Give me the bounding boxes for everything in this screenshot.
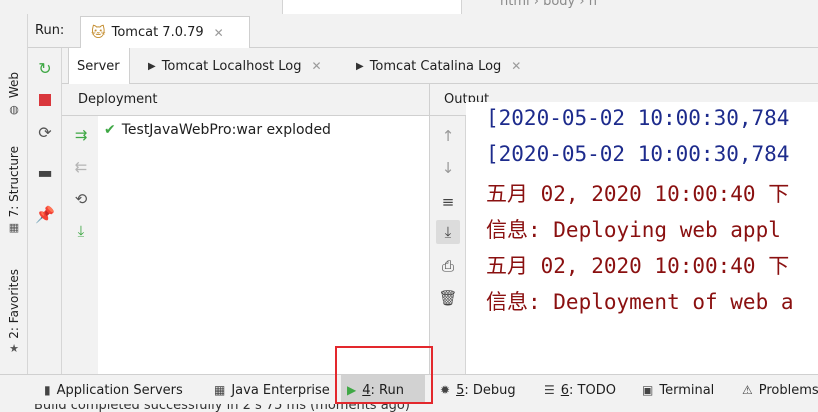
todo-tab-label: : TODO: [569, 382, 616, 398]
output-toolbar: ↑ ↓ ≡ ⤓ ⎙ 🗑: [430, 116, 466, 374]
breadcrumb[interactable]: html › body › h: [500, 0, 597, 9]
refresh-icon[interactable]: ⟳: [33, 120, 57, 144]
terminal-icon: ▣: [642, 383, 654, 397]
deployment-title: Deployment: [78, 92, 158, 107]
log-line: 信息: Deployment of web a: [486, 290, 794, 314]
favorites-tool-tab[interactable]: 2: Favorites ★: [0, 264, 28, 360]
application-servers-tab[interactable]: ▮ Application Servers: [44, 375, 183, 405]
layout-icon[interactable]: ▬: [33, 160, 57, 184]
log-line: [2020-05-02 10:00:30,784: [486, 142, 790, 166]
update-icon[interactable]: ⤓: [70, 220, 92, 242]
run-tool-tab[interactable]: ▶ 4: Run: [341, 375, 425, 405]
terminal-tab-label: Terminal: [659, 382, 715, 398]
favorites-tab-label: 2: Favorites: [7, 268, 21, 339]
star-icon: ★: [9, 342, 19, 356]
close-icon[interactable]: ✕: [214, 26, 224, 40]
print-icon[interactable]: ⎙: [436, 254, 460, 278]
left-tool-strip: Web ◍ 7: Structure ▦ 2: Favorites ★: [0, 14, 28, 374]
undeploy-icon[interactable]: ⇇: [70, 156, 92, 178]
artifact-name: TestJavaWebPro:war exploded: [121, 122, 331, 138]
run-actions-toolbar: ↻ ⟳ ▬ 📌: [28, 48, 62, 374]
arrow-up-icon[interactable]: ↑: [436, 124, 460, 148]
tomcat-config-tab-label: Tomcat 7.0.79: [111, 25, 204, 40]
debug-tab-shortcut: 5: [456, 382, 465, 398]
editor-tab-strip: html › body › h: [0, 0, 818, 14]
deployment-list: ✔ TestJavaWebPro:war exploded: [98, 116, 430, 374]
warning-icon: ⚠: [742, 383, 753, 397]
redeploy-icon[interactable]: ⟲: [70, 188, 92, 210]
editor-tab[interactable]: [282, 0, 462, 14]
log-line: 五月 02, 2020 10:00:40 下: [486, 254, 790, 278]
run-tab-shortcut: 4: [362, 382, 371, 398]
tab-catalina-log-label: Tomcat Catalina Log: [369, 58, 502, 74]
debug-tab-label: : Debug: [464, 382, 516, 398]
tomcat-icon: 🐱: [91, 24, 106, 41]
problems-tab-label: Problems: [758, 382, 818, 398]
bug-icon: ✹: [440, 383, 451, 397]
web-tool-tab[interactable]: Web ◍: [0, 70, 28, 118]
list-item[interactable]: ✔ TestJavaWebPro:war exploded: [104, 122, 331, 138]
debug-tool-tab[interactable]: ✹ 5: Debug: [440, 375, 516, 405]
server-subtabs: Server ▶ Tomcat Localhost Log ✕ ▶ Tomcat…: [62, 48, 818, 84]
console-icon: ▶: [148, 60, 156, 72]
scroll-to-end-icon[interactable]: ⤓: [436, 220, 460, 244]
close-icon[interactable]: ✕: [312, 59, 322, 73]
ide-window: html › body › h Web ◍ 7: Structure ▦ 2: …: [0, 0, 818, 412]
bottom-tool-bar: ▮ Application Servers ▦ Java Enterprise …: [0, 374, 818, 405]
tab-server-label: Server: [77, 58, 120, 74]
tab-localhost-log-label: Tomcat Localhost Log: [161, 58, 302, 74]
tab-localhost-log[interactable]: ▶ Tomcat Localhost Log ✕: [140, 48, 330, 84]
server-icon: ▮: [44, 383, 51, 397]
status-message: Build completed successfully in 2 s 75 m…: [34, 404, 410, 412]
structure-tool-tab[interactable]: 7: Structure ▦: [0, 142, 28, 238]
soft-wrap-icon[interactable]: ≡: [436, 190, 460, 214]
globe-icon: ◍: [9, 102, 19, 116]
checkmark-icon: ✔: [104, 122, 116, 138]
tab-server[interactable]: Server: [68, 48, 130, 84]
todo-tab-shortcut: 6: [560, 382, 570, 398]
log-line: 信息: Deploying web appl: [486, 218, 781, 242]
run-tab-label: : Run: [370, 382, 404, 398]
rerun-icon[interactable]: ↻: [33, 56, 57, 80]
java-enterprise-tab[interactable]: ▦ Java Enterprise: [214, 375, 330, 405]
structure-icon: ▦: [8, 221, 20, 235]
application-servers-label: Application Servers: [56, 382, 183, 398]
log-line: [2020-05-02 10:00:30,784: [486, 106, 790, 130]
close-icon[interactable]: ✕: [511, 59, 521, 73]
deployment-header: Deployment: [62, 84, 430, 116]
console-output[interactable]: [2020-05-02 10:00:30,784 [2020-05-02 10:…: [466, 102, 818, 374]
stop-icon[interactable]: [33, 88, 57, 112]
log-line: 五月 02, 2020 10:00:40 下: [486, 182, 790, 206]
web-tab-label: Web: [7, 72, 21, 99]
deploy-icon[interactable]: ⇉: [70, 124, 92, 146]
run-panel-header: Run: 🐱 Tomcat 7.0.79 ✕: [28, 14, 818, 48]
console-icon: ▶: [356, 60, 364, 72]
status-bar: Build completed successfully in 2 s 75 m…: [0, 404, 818, 412]
arrow-down-icon[interactable]: ↓: [436, 156, 460, 180]
java-enterprise-label: Java Enterprise: [231, 382, 330, 398]
run-panel-label: Run:: [35, 23, 65, 38]
list-icon: ☰: [544, 383, 555, 397]
deployment-toolbar: ⇉ ⇇ ⟲ ⤓: [62, 116, 98, 374]
tab-catalina-log[interactable]: ▶ Tomcat Catalina Log ✕: [348, 48, 529, 84]
pin-icon[interactable]: 📌: [33, 202, 57, 226]
structure-tab-label: 7: Structure: [7, 145, 21, 218]
run-icon: ▶: [347, 383, 357, 397]
java-enterprise-icon: ▦: [214, 383, 226, 397]
tomcat-config-tab[interactable]: 🐱 Tomcat 7.0.79 ✕: [80, 16, 250, 48]
trash-icon[interactable]: 🗑: [436, 286, 460, 310]
todo-tool-tab[interactable]: ☰ 6: TODO: [544, 375, 616, 405]
problems-tool-tab[interactable]: ⚠ Problems: [742, 375, 818, 405]
terminal-tool-tab[interactable]: ▣ Terminal: [642, 375, 714, 405]
